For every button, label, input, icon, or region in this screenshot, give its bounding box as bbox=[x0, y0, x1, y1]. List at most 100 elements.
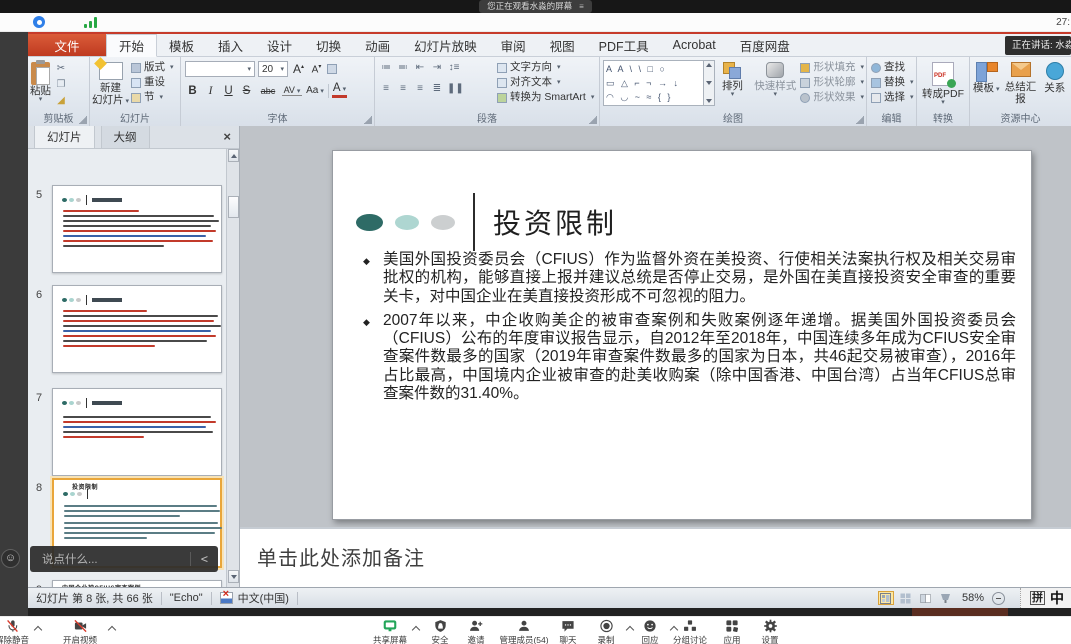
text-direction-button[interactable]: 文字方向 bbox=[497, 60, 594, 75]
slide-thumbnail-6[interactable] bbox=[52, 285, 222, 373]
tab-home[interactable]: 开始 bbox=[106, 34, 157, 57]
banner-menu-icon[interactable]: ≡ bbox=[579, 0, 584, 13]
tab-baidu-netdisk[interactable]: 百度网盘 bbox=[728, 34, 802, 56]
slide-title-block[interactable]: 投资限制 bbox=[356, 193, 617, 251]
layout-button[interactable]: 版式 bbox=[131, 60, 174, 75]
shape-fill-button[interactable]: 形状填充 bbox=[800, 60, 864, 75]
convert-smartart-button[interactable]: 转换为 SmartArt bbox=[497, 90, 594, 105]
new-slide-button[interactable]: 新建 幻灯片 bbox=[92, 60, 129, 108]
notes-placeholder[interactable]: 单击此处添加备注 bbox=[240, 529, 1071, 584]
paragraph-dialog-launcher[interactable] bbox=[589, 116, 597, 124]
scroll-thumb[interactable] bbox=[228, 196, 239, 218]
notes-pane[interactable]: 单击此处添加备注 bbox=[240, 527, 1071, 587]
tab-slideshow[interactable]: 幻灯片放映 bbox=[402, 34, 489, 56]
template-button[interactable]: 模板 bbox=[972, 60, 1001, 105]
shapes-gallery[interactable]: A A \ \ □ ○ ▭ △ ⌐ ¬ → ↓ ◠ ◡ ~ ≈ { } bbox=[603, 60, 704, 106]
tab-animations[interactable]: 动画 bbox=[353, 34, 402, 56]
slide-8[interactable]: 投资限制 美国外国投资委员会（CFIUS）作为监督外资在美投资、行使相关法案执行… bbox=[332, 150, 1032, 520]
emoji-reaction-button[interactable]: ☺ bbox=[1, 549, 20, 568]
tab-transitions[interactable]: 切换 bbox=[304, 34, 353, 56]
ime-mode-icon[interactable]: 中 bbox=[1050, 588, 1064, 608]
line-spacing-icon[interactable]: ↕≡ bbox=[447, 61, 461, 75]
slide-thumbnail-7[interactable] bbox=[52, 388, 222, 476]
align-left-icon[interactable]: ≡ bbox=[379, 82, 393, 96]
quick-styles-button[interactable]: 快速样式 bbox=[750, 60, 801, 97]
shadow-button[interactable]: abc bbox=[257, 86, 279, 96]
thumbnail-scrollbar[interactable] bbox=[226, 149, 239, 587]
watching-banner[interactable]: 您正在观看水淼的屏幕 ≡ bbox=[479, 0, 592, 13]
slideshow-view-button[interactable] bbox=[938, 591, 954, 605]
tab-pdf-tools[interactable]: PDF工具 bbox=[587, 34, 661, 56]
paste-dropdown-arrow[interactable] bbox=[39, 97, 43, 102]
spellcheck-icon[interactable] bbox=[220, 592, 233, 604]
invite-button[interactable]: 邀请 bbox=[454, 619, 498, 644]
paste-button[interactable]: 粘贴 bbox=[30, 60, 51, 108]
tab-acrobat[interactable]: Acrobat bbox=[661, 34, 728, 56]
strikethrough-button[interactable]: S bbox=[239, 85, 254, 97]
tab-review[interactable]: 审阅 bbox=[489, 34, 538, 56]
slide-sorter-view-button[interactable] bbox=[898, 591, 914, 605]
grow-font-button[interactable]: A▴ bbox=[291, 62, 306, 76]
shape-outline-button[interactable]: 形状轮廓 bbox=[800, 75, 864, 90]
character-spacing-button[interactable]: AV bbox=[282, 85, 302, 96]
find-button[interactable]: 查找 bbox=[871, 60, 914, 75]
font-size-combo[interactable]: 20 bbox=[258, 61, 288, 77]
underline-button[interactable]: U bbox=[221, 85, 236, 97]
settings-button[interactable]: 设置 bbox=[748, 619, 792, 644]
clear-formatting-icon[interactable] bbox=[327, 64, 337, 74]
tab-template[interactable]: 模板 bbox=[157, 34, 206, 56]
slide-thumbnail-9[interactable]: 中国企业被CFIUS审查案例 bbox=[52, 580, 222, 587]
chat-input-placeholder[interactable]: 说点什么... bbox=[42, 551, 98, 567]
decrease-indent-icon[interactable]: ⇤ bbox=[413, 61, 427, 75]
slide-thumbnail-5[interactable] bbox=[52, 185, 222, 273]
manage-participants-button[interactable]: 管理成员(54) bbox=[494, 619, 554, 644]
tab-insert[interactable]: 插入 bbox=[206, 34, 255, 56]
video-options-chevron[interactable] bbox=[108, 625, 116, 633]
close-panel-button[interactable]: × bbox=[223, 129, 231, 144]
columns-icon[interactable]: ❚❚ bbox=[447, 82, 461, 96]
zoom-level[interactable]: 58% bbox=[962, 592, 984, 604]
relation-chart-button[interactable]: 关系 bbox=[1040, 60, 1069, 105]
summary-report-button[interactable]: 总结汇报 bbox=[1001, 60, 1041, 105]
tab-view[interactable]: 视图 bbox=[538, 34, 587, 56]
quick-chat-bar[interactable]: 说点什么... < bbox=[30, 546, 218, 572]
select-button[interactable]: 选择 bbox=[871, 90, 914, 105]
replace-button[interactable]: 替换 bbox=[871, 75, 914, 90]
increase-indent-icon[interactable]: ⇥ bbox=[430, 61, 444, 75]
italic-button[interactable]: I bbox=[203, 85, 218, 97]
chat-collapse-button[interactable]: < bbox=[191, 552, 218, 566]
start-video-button[interactable]: 开启视频 bbox=[58, 619, 102, 644]
font-dialog-launcher[interactable] bbox=[364, 116, 372, 124]
bold-button[interactable]: B bbox=[185, 85, 200, 97]
change-case-button[interactable]: Aa bbox=[305, 85, 325, 96]
cut-icon[interactable]: ✂ bbox=[54, 62, 68, 76]
tab-file[interactable]: 文件 bbox=[28, 34, 106, 56]
font-name-combo[interactable] bbox=[185, 61, 255, 77]
drawing-dialog-launcher[interactable] bbox=[856, 116, 864, 124]
copy-icon[interactable]: ❐ bbox=[54, 78, 68, 92]
numbering-icon[interactable]: ≕ bbox=[396, 61, 410, 75]
shrink-font-button[interactable]: A▾ bbox=[309, 63, 324, 75]
language-indicator[interactable]: 中文(中国) bbox=[238, 590, 289, 606]
scroll-down-button[interactable] bbox=[228, 570, 239, 583]
bullets-icon[interactable]: ≔ bbox=[379, 61, 393, 75]
shapes-gallery-scroll[interactable] bbox=[704, 60, 715, 106]
breakout-rooms-button[interactable]: 分组讨论 bbox=[664, 619, 716, 644]
zoom-out-button[interactable] bbox=[992, 592, 1005, 605]
reading-view-button[interactable] bbox=[918, 591, 934, 605]
justify-icon[interactable]: ≣ bbox=[430, 82, 444, 96]
section-button[interactable]: 节 bbox=[131, 90, 174, 105]
ime-pinyin-icon[interactable]: 拼 bbox=[1030, 591, 1045, 605]
unmute-button[interactable]: 解除静音 bbox=[0, 619, 34, 644]
font-color-button[interactable]: A bbox=[332, 83, 347, 98]
shape-effects-button[interactable]: 形状效果 bbox=[800, 90, 864, 105]
record-button[interactable]: 录制 bbox=[584, 619, 628, 644]
share-screen-button[interactable]: 共享屏幕 bbox=[368, 619, 412, 644]
tab-design[interactable]: 设计 bbox=[255, 34, 304, 56]
slide-body-text[interactable]: 美国外国投资委员会（CFIUS）作为监督外资在美投资、行使相关法案执行权及相关交… bbox=[363, 251, 1016, 409]
arrange-button[interactable]: 排列 bbox=[715, 60, 750, 97]
align-text-button[interactable]: 对齐文本 bbox=[497, 75, 594, 90]
tab-slides-thumbnails[interactable]: 幻灯片 bbox=[34, 126, 95, 148]
reset-button[interactable]: 重设 bbox=[131, 75, 174, 90]
align-right-icon[interactable]: ≡ bbox=[413, 82, 427, 96]
